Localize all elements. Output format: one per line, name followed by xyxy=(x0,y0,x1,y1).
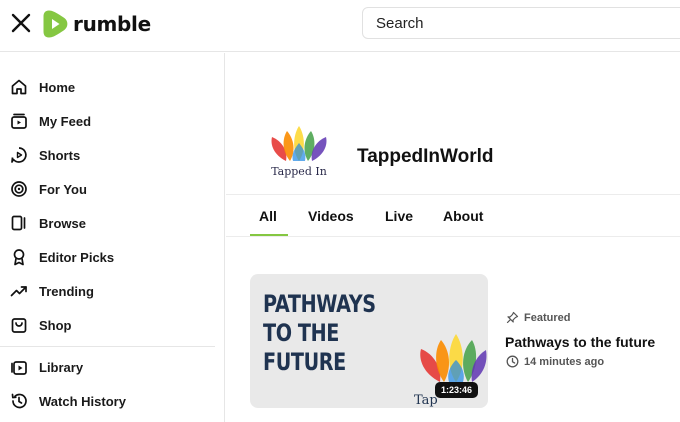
close-icon[interactable] xyxy=(10,12,32,34)
lotus-logo-icon: Tapped In xyxy=(271,126,327,178)
target-icon xyxy=(11,181,27,197)
pin-icon xyxy=(506,311,519,324)
sidebar-divider xyxy=(0,346,215,347)
video-title[interactable]: Pathways to the future xyxy=(505,334,655,350)
tab-videos[interactable]: Videos xyxy=(308,208,354,224)
tabs-divider-bottom xyxy=(226,236,680,237)
tab-live[interactable]: Live xyxy=(385,208,413,224)
logo-text: rumble xyxy=(73,12,151,36)
sidebar-item-label: Browse xyxy=(39,215,86,231)
ribbon-icon xyxy=(13,249,25,266)
tab-about[interactable]: About xyxy=(443,208,483,224)
tab-all[interactable]: All xyxy=(259,208,277,224)
home-icon xyxy=(11,79,27,95)
sidebar-item-label: Trending xyxy=(39,283,94,299)
sidebar-item-trending[interactable]: Trending xyxy=(0,276,224,306)
video-thumbnail[interactable]: PATHWAYS TO THE FUTURE Tap 1:23:46 xyxy=(250,274,488,408)
rumble-logo[interactable]: rumble xyxy=(42,9,151,39)
clock-icon xyxy=(506,355,519,368)
feed-icon xyxy=(11,113,27,129)
search-input[interactable] xyxy=(363,8,680,38)
sidebar-item-library[interactable]: Library xyxy=(0,352,224,382)
sidebar-item-home[interactable]: Home xyxy=(0,72,224,102)
sidebar-item-label: Library xyxy=(39,359,84,375)
shopping-bag-icon xyxy=(11,318,27,333)
channel-logo-caption: Tapped In xyxy=(271,165,327,178)
top-header: rumble xyxy=(0,0,680,52)
video-time-ago: 14 minutes ago xyxy=(524,355,605,368)
featured-badge: Featured xyxy=(506,311,570,324)
sidebar-item-label: Shop xyxy=(39,317,72,333)
sidebar-item-label: Editor Picks xyxy=(39,249,115,265)
channel-avatar[interactable]: Tapped In xyxy=(266,123,332,179)
sidebar-item-label: Home xyxy=(39,79,76,95)
history-icon xyxy=(11,393,27,409)
sidebar: Home My Feed Shorts For You Browse Edito… xyxy=(0,53,225,422)
thumbnail-logo-caption: Tap xyxy=(414,393,438,408)
shorts-icon xyxy=(11,147,27,163)
sidebar-item-browse[interactable]: Browse xyxy=(0,208,224,238)
sidebar-item-shop[interactable]: Shop xyxy=(0,310,224,340)
sidebar-item-editor-picks[interactable]: Editor Picks xyxy=(0,242,224,272)
sidebar-item-label: Shorts xyxy=(39,147,81,163)
duration-badge: 1:23:46 xyxy=(435,382,479,398)
rumble-logo-icon xyxy=(43,10,68,38)
sidebar-item-label: My Feed xyxy=(39,113,92,129)
search-box[interactable] xyxy=(362,7,680,39)
trending-icon xyxy=(10,286,27,297)
channel-name: TappedInWorld xyxy=(357,146,494,167)
featured-label: Featured xyxy=(524,311,571,324)
channel-page: Tapped In TappedInWorld All Videos Live … xyxy=(226,53,680,422)
sidebar-item-watch-history[interactable]: Watch History xyxy=(0,386,224,416)
sidebar-item-my-feed[interactable]: My Feed xyxy=(0,106,224,136)
sidebar-item-label: For You xyxy=(39,181,87,197)
browse-icon xyxy=(11,215,26,231)
video-meta: 14 minutes ago xyxy=(506,355,604,368)
tabs-divider-top xyxy=(226,194,680,195)
sidebar-item-label: Watch History xyxy=(39,393,126,409)
sidebar-item-for-you[interactable]: For You xyxy=(0,174,224,204)
library-icon xyxy=(11,361,27,375)
thumbnail-text: PATHWAYS TO THE FUTURE xyxy=(263,290,376,376)
sidebar-item-shorts[interactable]: Shorts xyxy=(0,140,224,170)
